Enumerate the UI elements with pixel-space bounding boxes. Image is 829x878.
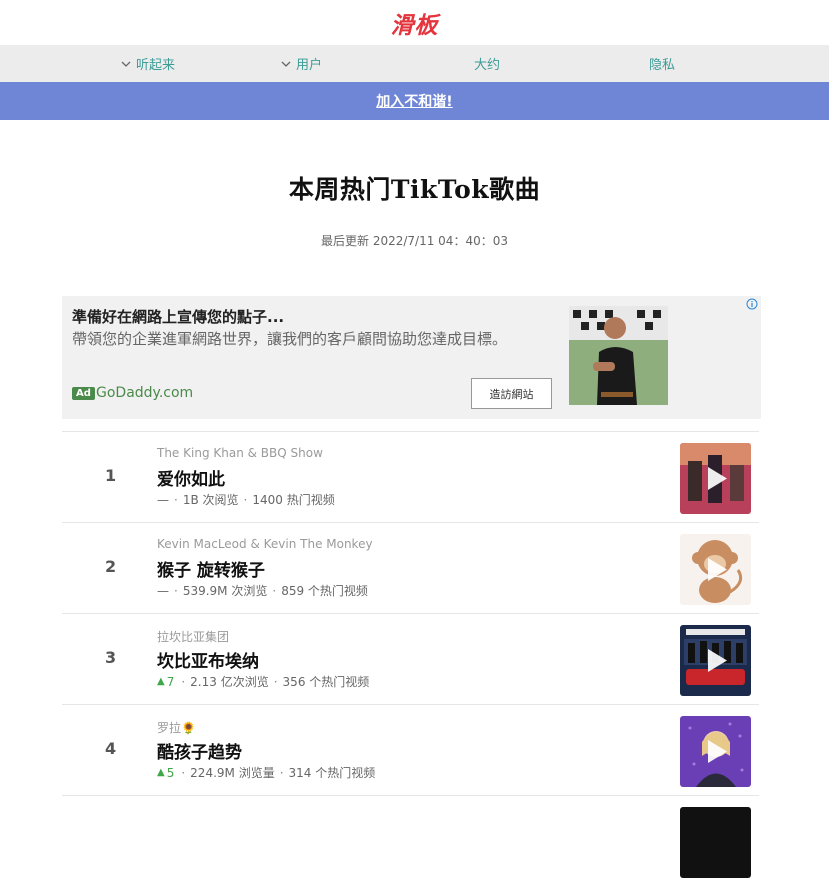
rank-change: — — [157, 492, 169, 507]
song-thumbnail[interactable] — [680, 716, 751, 787]
song-thumbnail[interactable] — [680, 443, 751, 514]
ad-body: 帶領您的企業進軍網路世界，讓我們的客戶顧問協助您達成目標。 — [72, 330, 508, 348]
song-title[interactable]: 酷孩子趋势 — [157, 738, 242, 763]
separator-dot: · — [272, 583, 277, 598]
join-discord-link[interactable]: 加入不和谐! — [376, 91, 452, 111]
separator-dot: · — [279, 765, 284, 780]
nav-privacy[interactable]: 隐私 — [649, 45, 675, 82]
song-artist[interactable]: 罗拉🌻 — [157, 719, 196, 736]
song-views: 1B 次阅览 — [182, 493, 239, 507]
ad-title[interactable]: 準備好在網路上宣傳您的點子... — [72, 306, 284, 327]
song-videos: 1400 热门视频 — [252, 493, 335, 507]
song-title[interactable]: 猴子 旋转猴子 — [157, 556, 265, 581]
song-thumbnail[interactable] — [680, 807, 751, 878]
song-videos: 859 个热门视频 — [281, 584, 368, 598]
separator-dot: · — [174, 492, 178, 507]
nav-privacy-label: 隐私 — [649, 58, 676, 73]
rank-change: 7 — [166, 674, 175, 689]
song-thumbnail[interactable] — [680, 625, 751, 696]
rank-change: — — [157, 583, 169, 598]
song-row[interactable]: 2 Kevin MacLeod & Kevin The Monkey 猴子 旋转… — [62, 523, 759, 614]
play-icon — [708, 558, 727, 581]
song-stats: — · 539.9M 次浏览 · 859 个热门视频 — [157, 582, 368, 599]
song-artist[interactable]: The King Khan & BBQ Show — [157, 446, 323, 460]
nav-users-label: 用户 — [296, 58, 323, 73]
song-row[interactable]: 3 拉坎比亚集团 坎比亚布埃纳 ▲ 7 · 2.13 亿次浏览 · 356 个热… — [62, 614, 759, 705]
last-updated: 最后更新 2022/7/11 04：40：03 — [321, 234, 508, 248]
song-row[interactable] — [62, 796, 759, 878]
song-rank: 4 — [105, 739, 117, 758]
song-artist[interactable]: 拉坎比亚集团 — [157, 628, 229, 645]
nav-sounds[interactable]: 听起来 — [121, 45, 175, 82]
song-title[interactable]: 坎比亚布埃纳 — [157, 647, 259, 672]
site-logo[interactable]: 滑板 — [391, 6, 439, 40]
chevron-down-icon — [281, 61, 291, 67]
song-rank: 1 — [105, 466, 117, 485]
ad-unit[interactable]: 準備好在網路上宣傳您的點子... 帶領您的企業進軍網路世界，讓我們的客戶顧問協助… — [62, 296, 761, 419]
trend-up-icon: ▲ — [157, 767, 165, 778]
ad-domain[interactable]: GoDaddy.com — [96, 385, 193, 401]
song-stats: — · 1B 次阅览 · 1400 热门视频 — [157, 491, 335, 508]
trend-up-icon: ▲ — [157, 676, 165, 687]
nav-about[interactable]: 大约 — [474, 45, 500, 82]
song-views: 224.9M 浏览量 — [190, 766, 275, 780]
song-artist[interactable]: Kevin MacLeod & Kevin The Monkey — [157, 537, 373, 551]
ad-info-icon[interactable] — [746, 298, 758, 310]
play-icon — [708, 740, 727, 763]
logo-bar: 滑板 — [0, 0, 829, 45]
separator-dot: · — [181, 674, 186, 689]
song-thumbnail[interactable] — [680, 534, 751, 605]
separator-dot: · — [181, 765, 186, 780]
song-videos: 356 个热门视频 — [282, 675, 370, 689]
discord-banner: 加入不和谐! — [0, 82, 829, 120]
song-stats: ▲ 5 · 224.9M 浏览量 · 314 个热门视频 — [157, 764, 375, 781]
ad-image[interactable] — [569, 306, 668, 405]
separator-dot: · — [273, 674, 278, 689]
song-row[interactable]: 4 罗拉🌻 酷孩子趋势 ▲ 5 · 224.9M 浏览量 · 314 个热门视频 — [62, 705, 759, 796]
page-title: 本周热门TikTok歌曲 — [288, 175, 541, 204]
top-nav: 听起来 用户 大约 隐私 — [0, 45, 829, 82]
nav-about-label: 大约 — [474, 58, 501, 73]
song-row[interactable]: 1 The King Khan & BBQ Show 爱你如此 — · 1B 次… — [62, 432, 759, 523]
song-title[interactable]: 爱你如此 — [157, 465, 225, 490]
song-videos: 314 个热门视频 — [288, 766, 376, 780]
song-views: 539.9M 次浏览 — [182, 584, 268, 598]
song-stats: ▲ 7 · 2.13 亿次浏览 · 356 个热门视频 — [157, 673, 369, 690]
rank-change: 5 — [166, 765, 175, 780]
separator-dot: · — [174, 583, 178, 598]
separator-dot: · — [243, 492, 248, 507]
nav-sounds-label: 听起来 — [136, 58, 176, 73]
chevron-down-icon — [121, 61, 131, 67]
play-icon — [708, 467, 727, 490]
song-rank: 2 — [105, 557, 117, 576]
song-list: 1 The King Khan & BBQ Show 爱你如此 — · 1B 次… — [62, 431, 759, 878]
play-icon — [708, 649, 727, 672]
nav-users[interactable]: 用户 — [281, 45, 322, 82]
song-rank: 3 — [105, 648, 117, 667]
song-views: 2.13 亿次浏览 — [190, 675, 269, 689]
visit-site-button[interactable]: 造訪網站 — [471, 378, 552, 409]
ad-badge: Ad — [72, 387, 95, 400]
